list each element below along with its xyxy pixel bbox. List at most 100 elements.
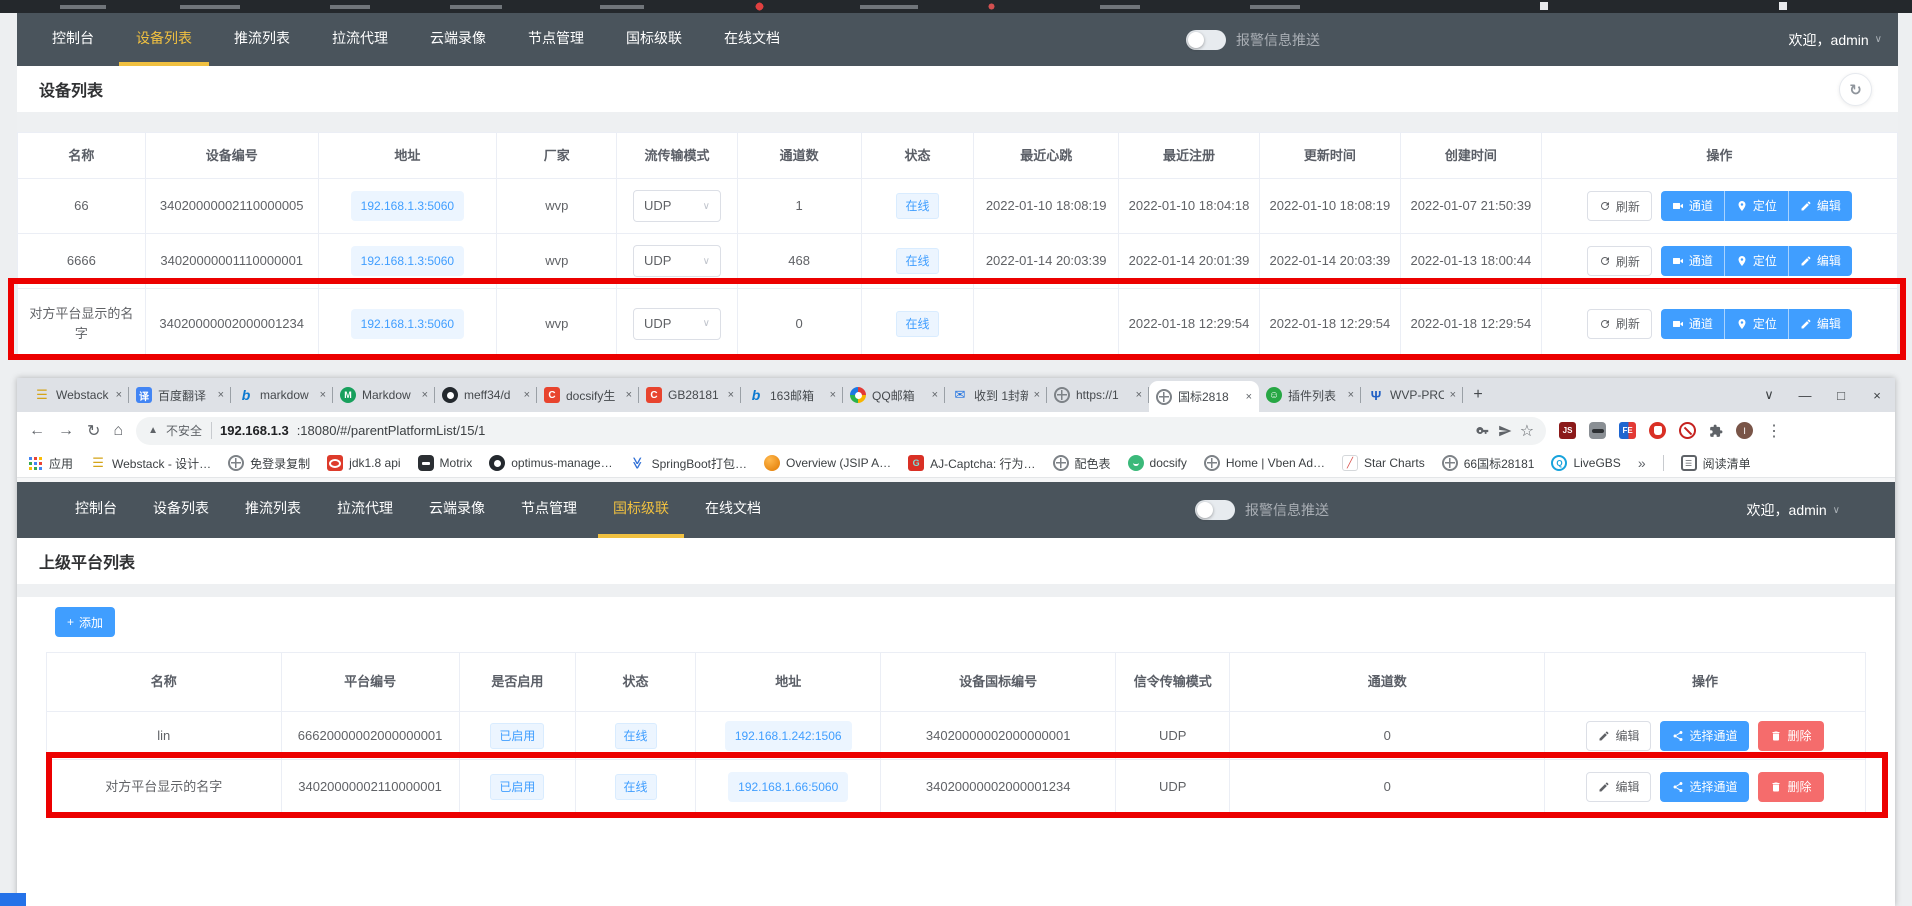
bookmark-item[interactable]: Home | Vben Ad… [1204,455,1325,471]
home-icon[interactable]: ⌂ [113,422,123,440]
bookmark-star-icon[interactable]: ☆ [1520,421,1534,441]
add-platform-button[interactable]: +添加 [55,607,115,637]
browser-tab[interactable]: Webstack× [27,378,129,412]
close-tab-icon[interactable]: × [728,389,734,401]
close-tab-icon[interactable]: × [932,389,938,401]
bookmark-item[interactable]: SpringBoot打包… [630,455,747,472]
minimize-button[interactable]: — [1787,388,1823,403]
locate-button[interactable]: 定位 [1724,246,1788,276]
close-tab-icon[interactable]: × [830,389,836,401]
nav-item-gb-cascade[interactable]: 国标级联 [598,482,684,538]
browser-tab[interactable]: https://1× [1047,378,1149,412]
close-tab-icon[interactable]: × [524,389,530,401]
maximize-button[interactable]: □ [1823,388,1859,403]
nav-item-node-manage[interactable]: 节点管理 [506,482,592,538]
nav-item-push-list[interactable]: 推流列表 [217,13,307,66]
fehelper-extension-icon[interactable] [1619,422,1636,439]
nav-item-console[interactable]: 控制台 [35,13,111,66]
bookmark-apps[interactable]: 应用 [27,455,73,472]
channel-button[interactable]: 通道 [1661,309,1724,339]
nav-item-online-doc[interactable]: 在线文档 [690,482,776,538]
blocker-extension-icon[interactable] [1679,422,1696,439]
close-tab-icon[interactable]: × [1348,389,1354,401]
channel-button[interactable]: 通道 [1661,246,1724,276]
bookmark-item[interactable]: optimus-manage… [489,455,612,471]
user-menu[interactable]: 欢迎，admin ∨ [1747,482,1840,538]
security-label[interactable]: 不安全 [166,422,212,439]
bookmark-item[interactable]: AJ-Captcha: 行为… [908,455,1035,472]
nav-item-cloud-record[interactable]: 云端录像 [413,13,503,66]
nav-item-gb-cascade[interactable]: 国标级联 [609,13,699,66]
nav-item-cloud-record[interactable]: 云端录像 [414,482,500,538]
bookmark-item[interactable]: docsify [1128,455,1187,471]
browser-tab[interactable]: 163邮箱× [741,378,843,412]
address-link[interactable]: 192.168.1.3:5060 [351,246,464,276]
close-tab-icon[interactable]: × [1034,389,1040,401]
nav-item-pull-proxy[interactable]: 拉流代理 [322,482,408,538]
bookmark-item[interactable]: Star Charts [1342,455,1425,471]
bookmark-item[interactable]: Motrix [418,455,473,471]
browser-tab[interactable]: meff34/d× [435,378,537,412]
browser-tab[interactable]: Markdow× [333,378,435,412]
close-tab-icon[interactable]: × [1136,389,1142,401]
locate-button[interactable]: 定位 [1724,191,1788,221]
password-key-icon[interactable] [1476,424,1490,438]
channel-button[interactable]: 通道 [1661,191,1724,221]
reload-icon[interactable]: ↻ [87,421,100,441]
bookmark-item[interactable]: 免登录复制 [228,455,310,472]
browser-menu-icon[interactable]: ⋮ [1766,421,1782,441]
js-extension-icon[interactable] [1559,422,1576,439]
forward-icon[interactable]: → [58,422,74,440]
nav-item-console[interactable]: 控制台 [60,482,132,538]
bookmark-item[interactable]: jdk1.8 api [327,455,400,471]
locate-button[interactable]: 定位 [1724,309,1788,339]
close-window-button[interactable]: × [1859,388,1895,403]
back-icon[interactable]: ← [29,422,45,440]
browser-tab[interactable]: docsify生× [537,378,639,412]
edit-button[interactable]: 编辑 [1586,721,1651,751]
close-tab-icon[interactable]: × [1450,389,1456,401]
extensions-puzzle-icon[interactable] [1709,424,1723,438]
select-channel-button[interactable]: 选择通道 [1660,772,1749,802]
alarm-push-toggle[interactable] [1195,500,1235,520]
nav-item-online-doc[interactable]: 在线文档 [707,13,797,66]
browser-tab[interactable]: 百度翻译× [129,378,231,412]
bookmark-item[interactable]: Overview (JSIP A… [764,455,891,471]
edit-button[interactable]: 编辑 [1788,246,1852,276]
user-menu[interactable]: 欢迎，admin ∨ [1789,13,1882,66]
address-link[interactable]: 192.168.1.3:5060 [351,309,464,339]
new-tab-button[interactable]: + [1463,378,1493,412]
bookmark-item[interactable]: 66国标28181 [1442,455,1535,472]
refresh-page-button[interactable]: ↻ [1839,73,1872,106]
adblock-extension-icon[interactable] [1649,422,1666,439]
nav-item-node-manage[interactable]: 节点管理 [511,13,601,66]
edit-button[interactable]: 编辑 [1788,191,1852,221]
close-tab-icon[interactable]: × [116,389,122,401]
browser-tab[interactable]: GB28181× [639,378,741,412]
bookmarks-overflow-icon[interactable]: » [1638,455,1646,471]
nav-item-device-list[interactable]: 设备列表 [119,13,209,66]
spy-extension-icon[interactable] [1589,422,1606,439]
edit-button[interactable]: 编辑 [1586,772,1651,802]
alarm-push-toggle[interactable] [1186,30,1226,50]
reading-list-button[interactable]: 阅读清单 [1681,455,1751,472]
close-tab-icon[interactable]: × [320,389,326,401]
edit-button[interactable]: 编辑 [1788,309,1852,339]
address-bar[interactable]: ▲ 不安全 192.168.1.3:18080/#/parentPlatform… [136,417,1546,445]
nav-item-push-list[interactable]: 推流列表 [230,482,316,538]
profile-avatar[interactable] [1736,422,1753,439]
close-tab-icon[interactable]: × [626,389,632,401]
browser-tab[interactable]: markdow× [231,378,333,412]
browser-tab[interactable]: 插件列表× [1259,378,1361,412]
stream-mode-select[interactable]: UDP∨ [633,308,721,340]
bookmark-item[interactable]: Webstack - 设计… [90,455,211,472]
nav-item-pull-proxy[interactable]: 拉流代理 [315,13,405,66]
select-channel-button[interactable]: 选择通道 [1660,721,1749,751]
nav-item-device-list[interactable]: 设备列表 [138,482,224,538]
close-tab-icon[interactable]: × [218,389,224,401]
bookmark-item[interactable]: 配色表 [1053,455,1111,472]
browser-tab-active[interactable]: 国标2818× [1149,381,1259,412]
delete-button[interactable]: 删除 [1758,721,1823,751]
address-link[interactable]: 192.168.1.66:5060 [728,772,848,802]
delete-button[interactable]: 删除 [1758,772,1823,802]
